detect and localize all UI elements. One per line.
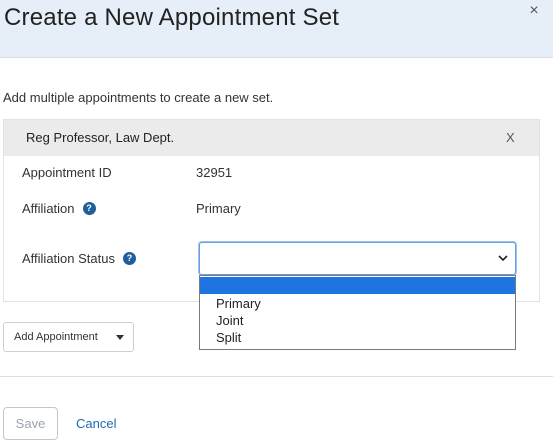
caret-down-icon (116, 335, 124, 340)
appointment-id-value: 32951 (196, 165, 233, 180)
affiliation-label-text: Affiliation (22, 201, 75, 216)
add-appointment-button[interactable]: Add Appointment (3, 322, 134, 352)
appointment-id-label: Appointment ID (22, 165, 112, 180)
remove-appointment-button[interactable]: X (506, 130, 515, 145)
status-option-blank[interactable] (200, 277, 515, 294)
chevron-down-icon (498, 255, 508, 262)
affiliation-status-dropdown: Primary Joint Split (199, 275, 516, 350)
cancel-link[interactable]: Cancel (76, 416, 116, 431)
appointment-title: Reg Professor, Law Dept. (26, 130, 175, 145)
intro-text: Add multiple appointments to create a ne… (3, 90, 274, 105)
affiliation-status-label: Affiliation Status ? (22, 251, 136, 266)
status-option-split[interactable]: Split (200, 329, 515, 346)
add-appointment-label: Add Appointment (14, 331, 98, 343)
footer-divider (0, 376, 553, 377)
dialog-title: Create a New Appointment Set (4, 4, 340, 31)
affiliation-status-select[interactable] (199, 242, 516, 275)
dialog-header: Create a New Appointment Set × (0, 0, 553, 58)
help-icon[interactable]: ? (122, 252, 136, 265)
status-option-primary[interactable]: Primary (200, 295, 515, 312)
close-icon[interactable]: × (526, 2, 542, 20)
save-button[interactable]: Save (3, 407, 58, 440)
help-icon[interactable]: ? (82, 202, 96, 215)
affiliation-status-label-text: Affiliation Status (22, 251, 115, 266)
affiliation-value: Primary (196, 201, 241, 216)
appointment-id-label-text: Appointment ID (22, 165, 112, 180)
affiliation-label: Affiliation ? (22, 201, 96, 216)
status-option-joint[interactable]: Joint (200, 312, 515, 329)
appointment-card-header: Reg Professor, Law Dept. X (4, 120, 539, 156)
